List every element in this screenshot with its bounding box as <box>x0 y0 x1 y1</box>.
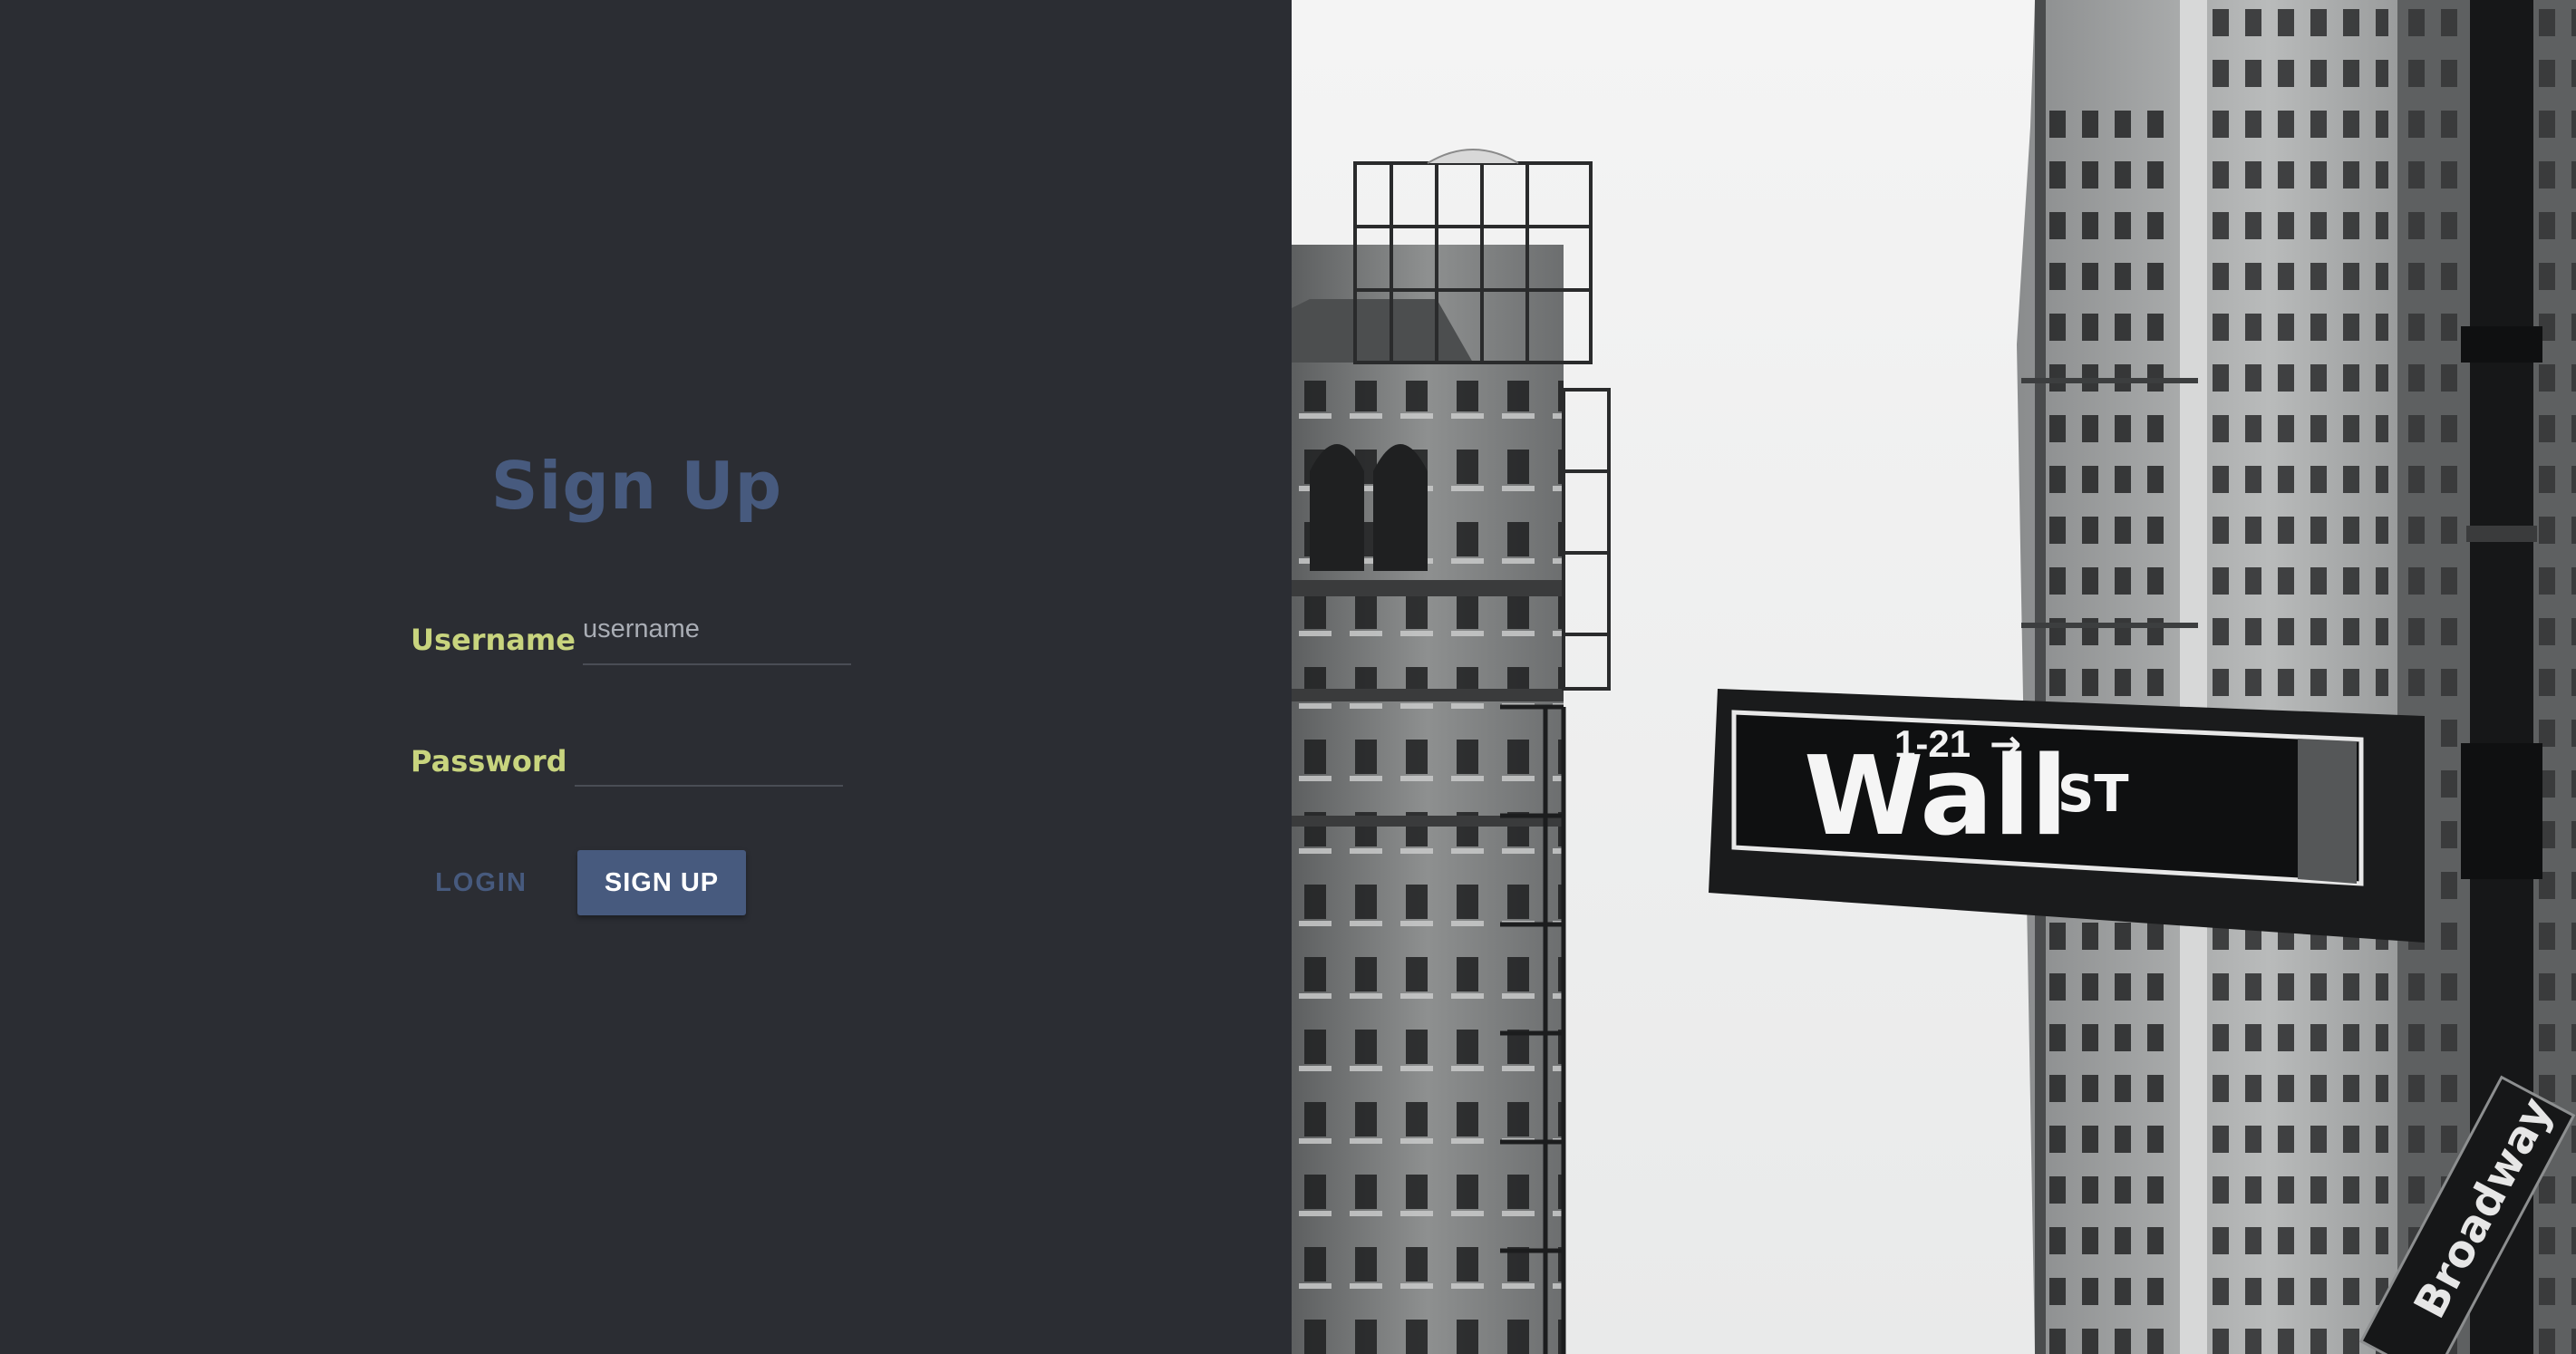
signup-page: Sign Up Username Password LOGIN SIGN UP <box>0 0 2576 1354</box>
sign-suffix: ST <box>2058 765 2129 824</box>
username-input[interactable] <box>582 604 851 665</box>
page-title: Sign Up <box>490 448 783 524</box>
username-row: Username <box>411 604 851 665</box>
photo-illustration: 1-21 → Wall ST Broadway <box>1292 0 2576 1354</box>
password-input[interactable] <box>574 725 843 787</box>
signup-button[interactable]: SIGN UP <box>577 850 746 915</box>
form-actions: LOGIN SIGN UP <box>411 850 746 915</box>
wall-street-photo: 1-21 → Wall ST Broadway <box>1292 0 2576 1354</box>
username-label: Username <box>411 623 576 657</box>
login-button[interactable]: LOGIN <box>411 850 552 915</box>
left-building <box>1292 149 1611 1354</box>
sign-street: Wall <box>1804 734 2068 860</box>
password-row: Password <box>411 725 843 787</box>
signup-panel: Sign Up Username Password LOGIN SIGN UP <box>0 0 1292 1354</box>
password-label: Password <box>411 744 567 779</box>
